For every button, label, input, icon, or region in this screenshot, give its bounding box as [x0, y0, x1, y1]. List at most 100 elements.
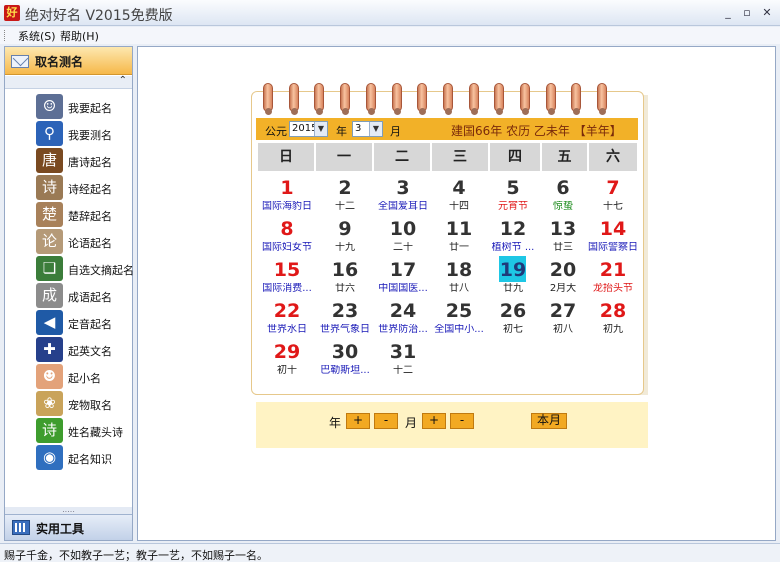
day-number[interactable]: 16 [316, 259, 374, 281]
sidebar-item-label: 诗经起名 [68, 183, 112, 196]
sidebar-item-label: 起小名 [68, 372, 101, 385]
sidebar-item[interactable]: 论论语起名 [5, 228, 132, 255]
sidebar-item[interactable]: ◉ 起名知识 [5, 444, 132, 471]
day-lunar-label: 初十 [277, 365, 297, 376]
day-number[interactable]: 24 [374, 300, 432, 322]
sidebar-header[interactable]: 取名测名 [5, 47, 132, 75]
weekday-header: 三 [432, 143, 488, 171]
binder-ring [597, 83, 608, 115]
this-month-button[interactable]: 本月 [531, 413, 567, 429]
chevron-up-icon[interactable]: ⌃ [119, 75, 127, 86]
weekday-header: 六 [589, 143, 637, 171]
sidebar-item-label: 楚辞起名 [68, 210, 112, 223]
day-number[interactable]: 30 [316, 341, 374, 363]
sidebar-item[interactable]: ◀ 定音起名 [5, 309, 132, 336]
day-number[interactable]: 25 [430, 300, 488, 322]
sidebar-item-label: 论语起名 [68, 237, 112, 250]
weekday-header: 二 [374, 143, 430, 171]
day-number[interactable]: 31 [374, 341, 432, 363]
sidebar-item[interactable]: ⚲ 我要测名 [5, 120, 132, 147]
day-number[interactable]: 22 [258, 300, 316, 322]
day-lunar-label: 国际妇女节 [262, 242, 312, 253]
day-number[interactable]: 4 [430, 177, 488, 199]
tang-scroll-icon: 唐 [36, 148, 63, 173]
binder-ring [391, 83, 402, 115]
month-minus-button[interactable]: - [450, 413, 474, 429]
calligraphy-icon: 论 [36, 229, 63, 254]
sidebar-item[interactable]: ☻ 起小名 [5, 363, 132, 390]
sidebar-item[interactable]: 诗诗经起名 [5, 174, 132, 201]
envelope-icon [11, 55, 29, 68]
status-text: 赐子千金，不如教子一艺；教子一艺，不如赐子一名。 [4, 549, 268, 562]
dog-icon: ❀ [36, 391, 63, 416]
day-number[interactable]: 15 [258, 259, 316, 281]
day-number[interactable]: 11 [430, 218, 488, 240]
sidebar-item[interactable]: ✚ 起英文名 [5, 336, 132, 363]
weekday-header: 四 [490, 143, 540, 171]
binder-ring [494, 83, 505, 115]
day-number[interactable]: 21 [584, 259, 642, 281]
day-number[interactable]: 9 [316, 218, 374, 240]
year-select[interactable]: 2015 ▼ [289, 121, 328, 137]
binder-ring [314, 83, 325, 115]
day-number[interactable]: 18 [430, 259, 488, 281]
minimize-button[interactable]: _ [720, 5, 736, 21]
era-label: 公元 [265, 125, 287, 138]
sidebar-splitter-grip[interactable]: ..... [5, 506, 132, 514]
day-lunar-label: 巴勒斯坦... [320, 365, 370, 376]
menu-system[interactable]: 系统(S) [18, 28, 56, 44]
chevron-down-icon[interactable]: ▼ [314, 122, 327, 136]
magnifier-icon: ⚲ [36, 121, 63, 146]
main-panel: 公元 2015 ▼ 年 3 ▼ 月 建国66年 农历 乙未年 【羊年】 日一二三… [137, 46, 776, 541]
year-unit-label: 年 [336, 125, 347, 138]
day-lunar-label: 廿六 [335, 283, 355, 294]
day-number[interactable]: 28 [584, 300, 642, 322]
binder-ring [263, 83, 273, 115]
day-number[interactable]: 1 [258, 177, 316, 199]
sidebar-item[interactable]: ❀ 宠物取名 [5, 390, 132, 417]
menu-help[interactable]: 帮助(H) [60, 28, 99, 44]
sidebar-item[interactable]: 唐唐诗起名 [5, 147, 132, 174]
sidebar-item[interactable]: ☺ 我要起名 [5, 93, 132, 120]
menu-bar: 系统(S) 帮助(H) [0, 27, 780, 44]
day-number[interactable]: 8 [258, 218, 316, 240]
sidebar-collapse-bar[interactable]: ⌃ [5, 75, 132, 89]
binder-ring [520, 83, 530, 115]
sidebar-item[interactable]: 诗姓名藏头诗 [5, 417, 132, 444]
books-stack-icon: ❏ [36, 256, 63, 281]
day-lunar-label: 龙抬头节 [593, 283, 633, 294]
day-number[interactable]: 2 [316, 177, 374, 199]
day-number[interactable]: 10 [374, 218, 432, 240]
app-logo-icon: 好 [4, 5, 20, 21]
book-icon: 诗 [36, 175, 63, 200]
day-lunar-label: 二十 [393, 242, 413, 253]
calendar-footer: 年 + - 月 + - 本月 [256, 402, 648, 448]
day-lunar-label: 十七 [603, 201, 623, 212]
chevron-down-icon[interactable]: ▼ [369, 122, 382, 136]
sidebar-tools-tab[interactable]: 实用工具 [5, 514, 132, 540]
year-plus-button[interactable]: + [346, 413, 370, 429]
sidebar-item[interactable]: 成成语起名 [5, 282, 132, 309]
day-lunar-label: 十二 [335, 201, 355, 212]
weekday-header: 一 [316, 143, 372, 171]
day-lunar-label: 初九 [603, 324, 623, 335]
day-number[interactable]: 17 [374, 259, 432, 281]
day-lunar-label: 世界气象日 [320, 324, 370, 335]
poem-icon: 诗 [36, 418, 63, 443]
day-number[interactable]: 7 [584, 177, 642, 199]
month-plus-button[interactable]: + [422, 413, 446, 429]
month-select[interactable]: 3 ▼ [352, 121, 383, 137]
day-number[interactable]: 29 [258, 341, 316, 363]
day-lunar-label: 世界水日 [267, 324, 307, 335]
day-number[interactable]: 14 [584, 218, 642, 240]
sidebar-item-label: 我要起名 [68, 102, 112, 115]
maximize-button[interactable]: ▫ [739, 5, 755, 21]
binder-ring [571, 83, 582, 115]
day-number[interactable]: 23 [316, 300, 374, 322]
year-minus-button[interactable]: - [374, 413, 398, 429]
day-lunar-label: 国际消费... [262, 283, 312, 294]
close-button[interactable]: ✕ [759, 5, 775, 21]
sidebar-item[interactable]: 楚楚辞起名 [5, 201, 132, 228]
day-number[interactable]: 3 [374, 177, 432, 199]
sidebar-item[interactable]: ❏ 自选文摘起名 [5, 255, 134, 282]
